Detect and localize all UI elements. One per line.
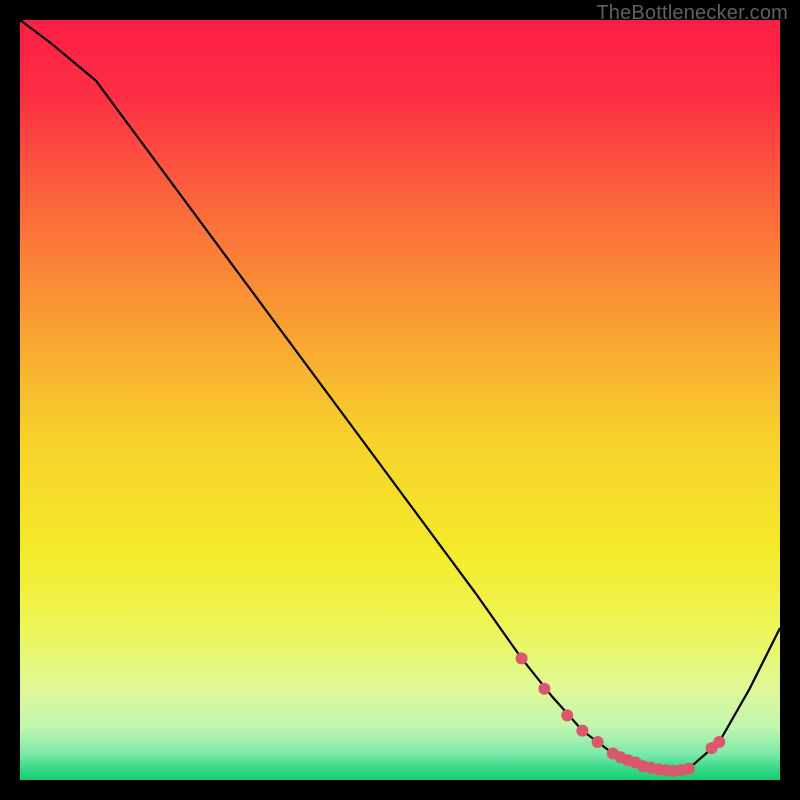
marker-dot	[683, 763, 695, 775]
marker-dot	[516, 652, 528, 664]
marker-dot	[538, 683, 550, 695]
chart-frame: TheBottlenecker.com	[0, 0, 800, 800]
marker-dot	[713, 736, 725, 748]
marker-dot	[592, 736, 604, 748]
chart-svg	[20, 20, 780, 780]
marker-dot	[561, 709, 573, 721]
marker-dot	[576, 725, 588, 737]
gradient-background	[20, 20, 780, 780]
plot-area	[20, 20, 780, 780]
